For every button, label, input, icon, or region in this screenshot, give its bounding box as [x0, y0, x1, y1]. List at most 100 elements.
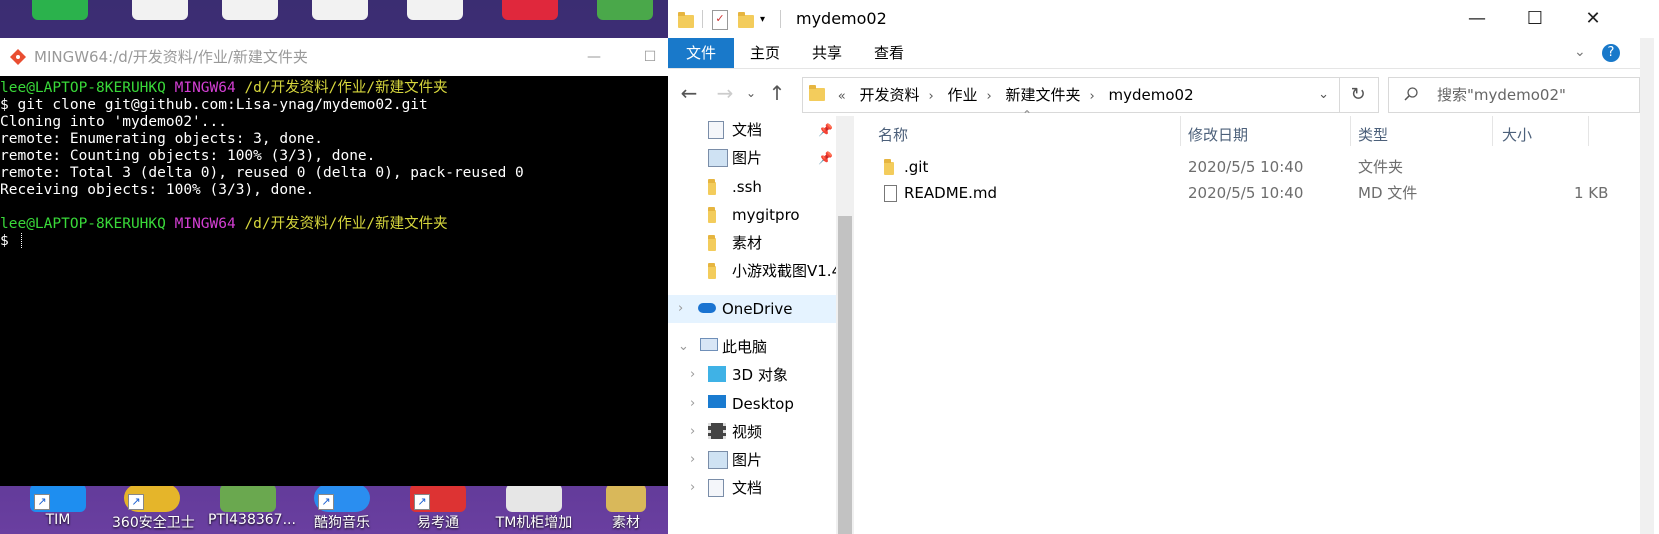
- chevron-right-icon[interactable]: ›: [690, 474, 695, 502]
- search-box[interactable]: 搜索"mydemo02": [1388, 77, 1640, 113]
- minimize-button[interactable]: —: [1448, 0, 1506, 38]
- output-line: $ git clone git@github.com:Lisa-ynag/myd…: [0, 97, 428, 113]
- chevron-right-icon[interactable]: ›: [690, 361, 695, 389]
- pin-icon[interactable]: 📌: [818, 144, 833, 172]
- file-icon: [884, 185, 897, 202]
- close-button[interactable]: ✕: [1564, 0, 1622, 38]
- breadcrumb-overflow[interactable]: «: [838, 89, 846, 104]
- expand-ribbon-icon[interactable]: ⌄: [1574, 44, 1586, 60]
- chevron-right-icon[interactable]: ›: [1090, 89, 1095, 104]
- nav-item-sucai[interactable]: 素材: [668, 229, 836, 257]
- desktop-icon-top-3[interactable]: [210, 0, 290, 20]
- chevron-right-icon[interactable]: ›: [987, 89, 992, 104]
- back-button[interactable]: ←: [676, 79, 702, 107]
- terminal-titlebar[interactable]: MINGW64:/d/开发资料/作业/新建文件夹 — ☐: [0, 38, 668, 76]
- terminal-output[interactable]: lee@LAPTOP-8KERUHKQ MINGW64 /d/开发资料/作业/新…: [0, 76, 668, 250]
- desktop-icon-pti[interactable]: PTI438367...: [208, 484, 296, 528]
- desktop-icon-top-5[interactable]: [395, 0, 475, 20]
- explorer-titlebar[interactable]: ✓ ▾ mydemo02 — ☐ ✕: [668, 0, 1640, 38]
- nav-item-documents-pinned[interactable]: 文档 📌: [668, 116, 836, 144]
- navigation-pane-scrollbar[interactable]: [836, 116, 854, 534]
- maximize-button[interactable]: ☐: [630, 38, 670, 76]
- desktop-icon-sucai[interactable]: 素材: [586, 484, 666, 532]
- tim-icon: ↗: [30, 484, 86, 512]
- desktop-icon-top-1[interactable]: [20, 0, 100, 20]
- desktop-icon-360[interactable]: ↗ 360安全卫士: [112, 484, 195, 532]
- column-header-type[interactable]: 类型: [1358, 122, 1388, 148]
- breadcrumb-item[interactable]: mydemo02: [1109, 86, 1194, 104]
- file-explorer-window[interactable]: ✓ ▾ mydemo02 — ☐ ✕ 文件 主页 共享 查看 ⌄ ? ← → ⌄…: [668, 0, 1640, 534]
- desktop-icon-top-6[interactable]: [490, 0, 570, 20]
- address-bar[interactable]: « 开发资料 › 作业 › 新建文件夹 › mydemo02 ⌄: [802, 77, 1340, 113]
- recent-locations-button[interactable]: ⌄: [738, 79, 764, 107]
- desktop-icon-kugou[interactable]: ↗ 酷狗音乐: [302, 484, 382, 532]
- tab-home[interactable]: 主页: [734, 38, 796, 68]
- tab-file[interactable]: 文件: [668, 38, 734, 68]
- breadcrumb-item[interactable]: 开发资料: [860, 86, 920, 104]
- nav-item-label: 素材: [732, 234, 763, 252]
- document-icon: [312, 0, 368, 20]
- prompt-line: lee@LAPTOP-8KERUHKQ MINGW64 /d/开发资料/作业/新…: [0, 80, 668, 97]
- help-icon[interactable]: ?: [1602, 44, 1620, 62]
- maximize-button[interactable]: ☐: [1506, 0, 1564, 38]
- nav-item-videos[interactable]: › 视频: [668, 418, 836, 446]
- desktop-icon-tm[interactable]: TM机柜增加: [494, 484, 574, 532]
- chevron-right-icon[interactable]: ›: [690, 446, 695, 474]
- folder-icon: [708, 235, 716, 251]
- file-row[interactable]: .git 2020/5/5 10:40 文件夹: [854, 154, 1640, 180]
- up-button[interactable]: ↑: [764, 79, 790, 107]
- nav-item-ssh[interactable]: .ssh: [668, 173, 836, 201]
- refresh-button[interactable]: ↻: [1338, 77, 1379, 113]
- chevron-right-icon[interactable]: ›: [690, 418, 695, 446]
- this-pc-icon: [700, 338, 718, 351]
- nav-item-desktop[interactable]: › Desktop: [668, 390, 836, 418]
- address-dropdown-icon[interactable]: ⌄: [1318, 78, 1329, 112]
- file-row[interactable]: README.md 2020/5/5 10:40 MD 文件 1 KB: [854, 180, 1640, 206]
- nav-item-3d-objects[interactable]: › 3D 对象: [668, 361, 836, 389]
- terminal-window[interactable]: MINGW64:/d/开发资料/作业/新建文件夹 — ☐ lee@LAPTOP-…: [0, 38, 668, 486]
- breadcrumb-item[interactable]: 新建文件夹: [1006, 86, 1081, 104]
- chevron-right-icon[interactable]: ›: [929, 89, 934, 104]
- nav-item-mygitpro[interactable]: mygitpro: [668, 201, 836, 229]
- forward-button[interactable]: →: [712, 79, 738, 107]
- column-header-name[interactable]: 名称: [878, 122, 908, 148]
- properties-icon[interactable]: ✓: [712, 10, 728, 30]
- customize-toolbar-icon[interactable]: ▾: [760, 14, 765, 32]
- breadcrumb-item[interactable]: 作业: [948, 86, 978, 104]
- column-header-date[interactable]: 修改日期: [1188, 122, 1248, 148]
- desktop-icon-top-2[interactable]: [120, 0, 200, 20]
- chevron-right-icon[interactable]: ›: [690, 390, 695, 418]
- scrollbar-track[interactable]: [1640, 38, 1654, 534]
- tab-view[interactable]: 查看: [858, 38, 920, 68]
- column-divider[interactable]: [1350, 116, 1351, 146]
- column-divider[interactable]: [1180, 116, 1181, 146]
- desktop-icon-top-4[interactable]: [300, 0, 380, 20]
- archive-icon: [220, 484, 276, 512]
- nav-item-label: 此电脑: [722, 338, 768, 356]
- desktop-icon-label: 360安全卫士: [112, 515, 195, 531]
- chevron-right-icon[interactable]: ›: [678, 295, 683, 323]
- column-divider[interactable]: [1588, 116, 1589, 146]
- tab-share[interactable]: 共享: [796, 38, 858, 68]
- minimize-button[interactable]: —: [574, 38, 614, 76]
- nav-item-game-screenshots[interactable]: 小游戏截图V1.4: [668, 257, 836, 285]
- pin-icon[interactable]: 📌: [818, 116, 833, 144]
- desktop-icon-exam[interactable]: ↗ 易考通: [398, 484, 478, 532]
- desktop-icon-tim[interactable]: ↗ TIM: [18, 484, 98, 528]
- prompt-path: /d/开发资料/作业/新建文件夹: [244, 80, 448, 96]
- search-icon: [1404, 87, 1418, 101]
- nav-item-documents[interactable]: › 文档: [668, 474, 836, 502]
- scrollbar-thumb[interactable]: [838, 216, 852, 534]
- column-header-size[interactable]: 大小: [1502, 122, 1532, 148]
- prompt-path: /d/开发资料/作业/新建文件夹: [244, 216, 448, 232]
- nav-item-this-pc[interactable]: ⌄ 此电脑: [668, 333, 836, 361]
- nav-item-pictures[interactable]: › 图片: [668, 446, 836, 474]
- nav-item-pictures-pinned[interactable]: 图片 📌: [668, 144, 836, 172]
- nav-item-onedrive[interactable]: › OneDrive: [668, 295, 836, 323]
- 3d-objects-icon: [708, 366, 726, 382]
- desktop-icon-top-7[interactable]: [585, 0, 665, 20]
- file-list[interactable]: ⌃ 名称 修改日期 类型 大小 .git 2020/5/5 10:40 文件夹 …: [854, 108, 1640, 534]
- input-line[interactable]: $: [0, 233, 668, 250]
- chevron-down-icon[interactable]: ⌄: [678, 333, 689, 361]
- column-divider[interactable]: [1492, 116, 1493, 146]
